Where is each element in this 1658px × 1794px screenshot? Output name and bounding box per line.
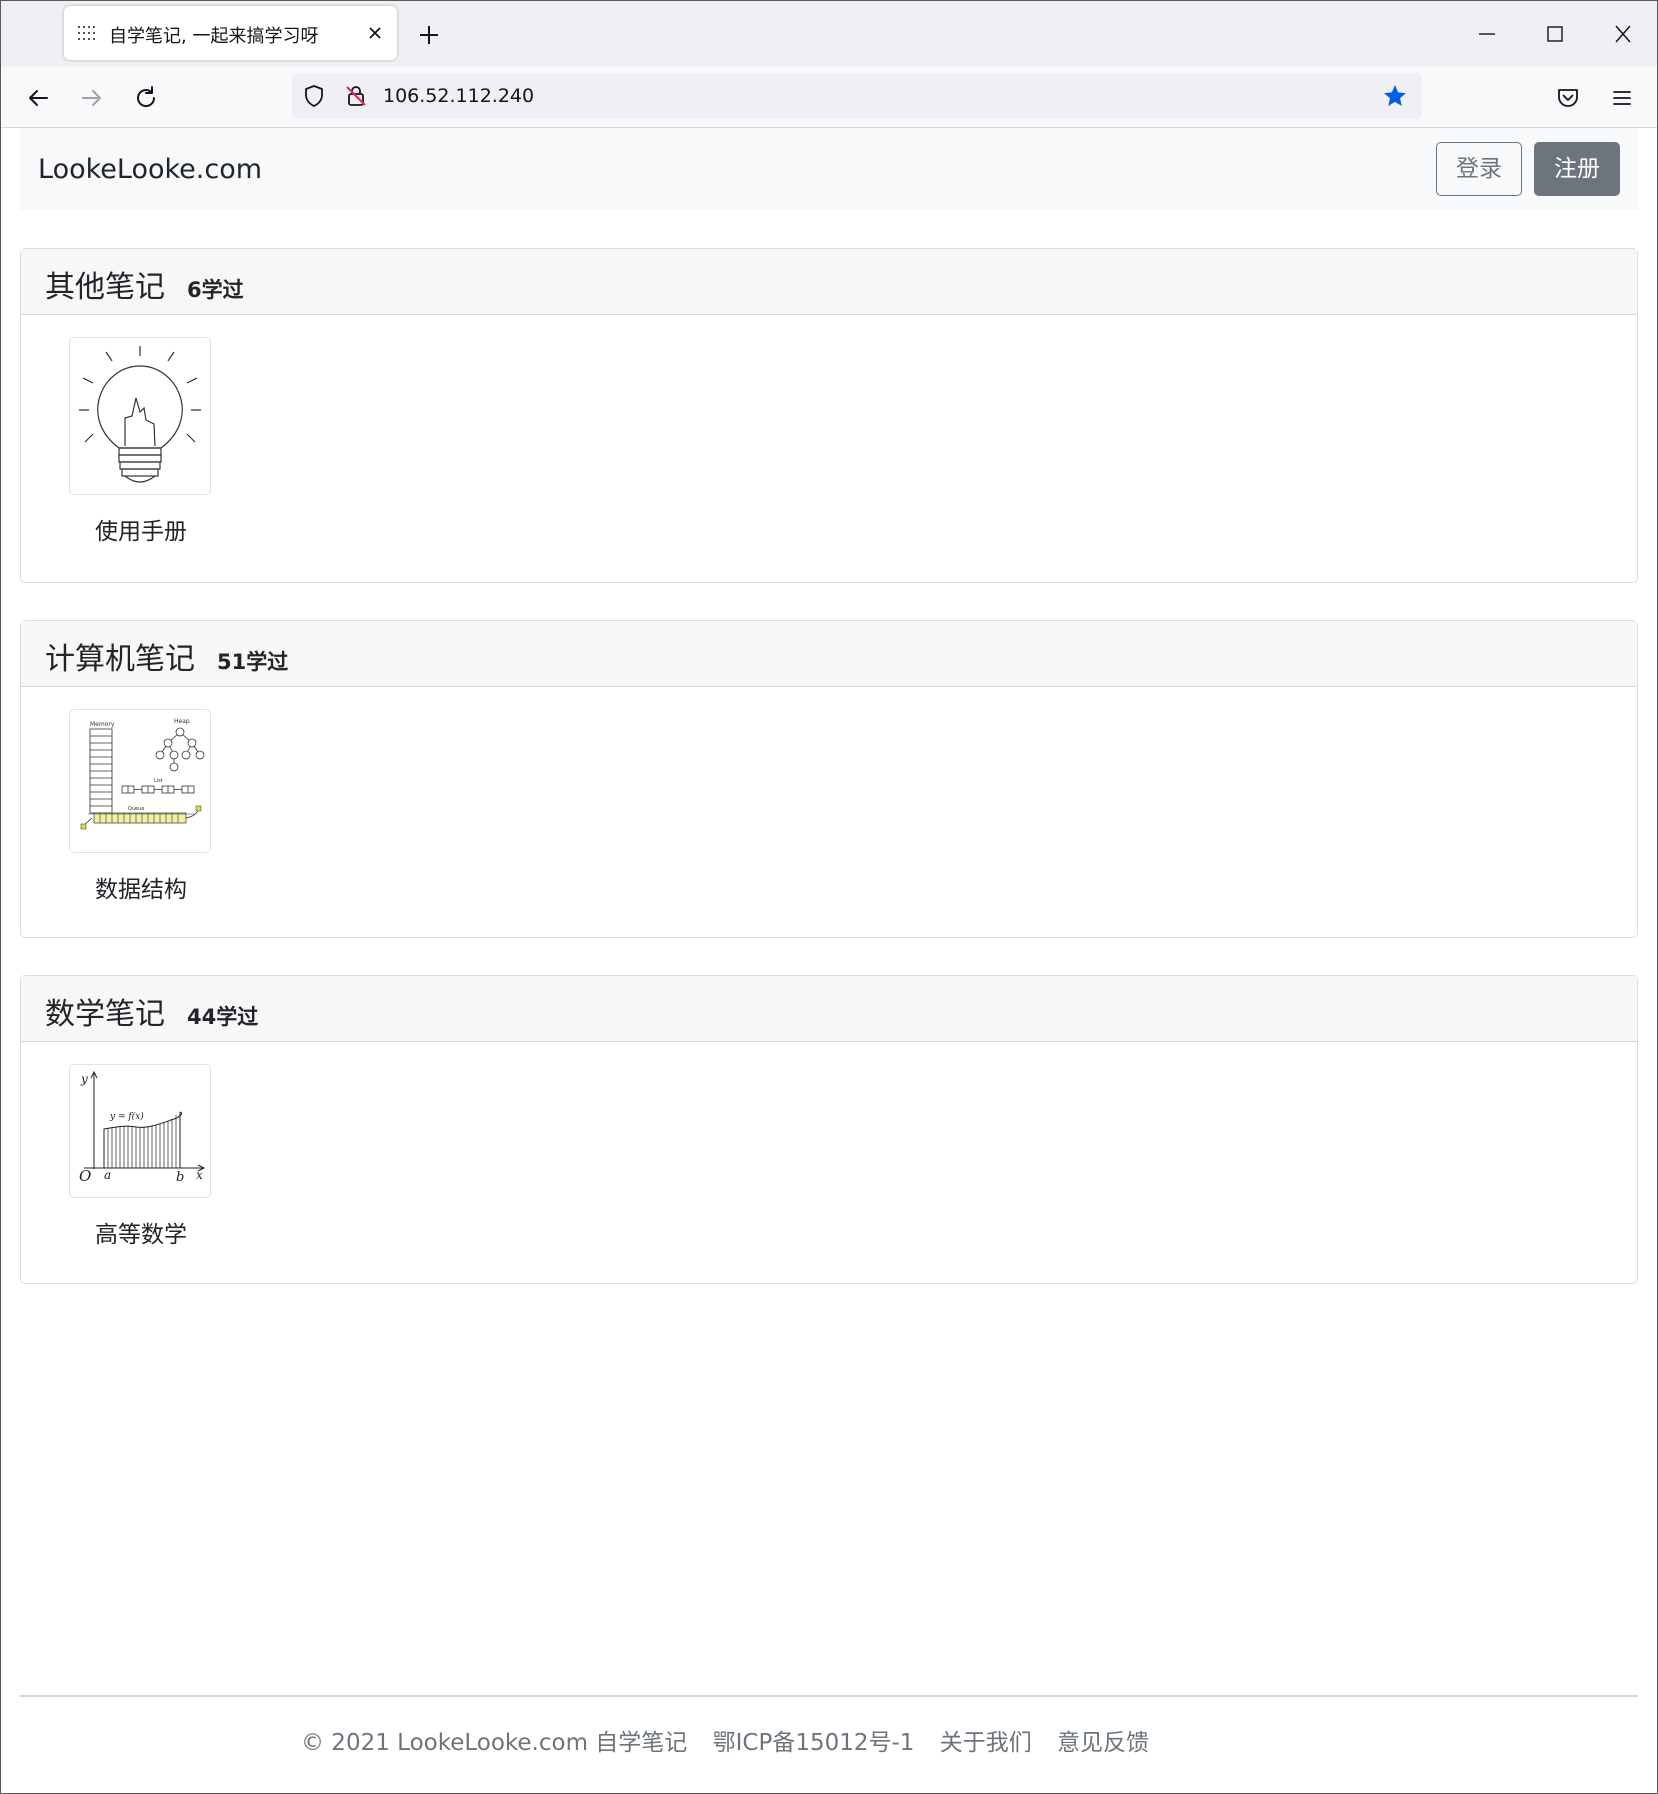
bookmark-star-icon[interactable] (1382, 83, 1408, 109)
origin-label: O (79, 1167, 91, 1185)
section-title: 数学笔记 44学过 (45, 997, 259, 1032)
back-icon[interactable] (23, 83, 53, 113)
integral-graph-icon[interactable]: y y = f(x) O a b x (69, 1064, 211, 1198)
section-title: 其他笔记 6学过 (45, 270, 244, 305)
tab-bar: 自学笔记, 一起来搞学习呀 (1, 1, 1657, 67)
footer: © 2021 LookeLooke.com 自学笔记 鄂ICP备15012号-1… (301, 1723, 1167, 1757)
browser-tab[interactable]: 自学笔记, 一起来搞学习呀 (64, 6, 397, 60)
shield-icon[interactable] (302, 84, 326, 108)
course-item-manual[interactable]: 使用手册 (69, 337, 213, 546)
browser-toolbar: 106.52.112.240 (1, 67, 1657, 128)
reload-icon[interactable] (131, 83, 161, 113)
about-link[interactable]: 关于我们 (940, 1730, 1032, 1756)
function-label: y = f(x) (109, 1111, 144, 1122)
memory-label: Memory (90, 721, 115, 728)
course-label[interactable]: 数据结构 (69, 870, 213, 904)
section-header: 数学笔记 44学过 (21, 976, 1637, 1042)
footer-divider (20, 1695, 1638, 1697)
section-title: 计算机笔记 51学过 (45, 642, 289, 677)
course-label[interactable]: 高等数学 (69, 1215, 213, 1249)
insecure-lock-icon[interactable] (344, 84, 368, 108)
list-label: List (154, 778, 163, 784)
footer-copyright: © 2021 LookeLooke.com 自学笔记 (301, 1730, 688, 1756)
section-header: 其他笔记 6学过 (21, 249, 1637, 315)
page-content: LookeLooke.com 登录 注册 其他笔记 6学过 使用手册 计算机笔记… (1, 128, 1657, 1793)
section-header: 计算机笔记 51学过 (21, 621, 1637, 687)
login-button[interactable]: 登录 (1436, 142, 1522, 196)
section-card-other: 其他笔记 6学过 使用手册 (20, 248, 1638, 583)
b-label: b (176, 1170, 184, 1185)
pocket-icon[interactable] (1553, 83, 1583, 113)
site-navbar: LookeLooke.com 登录 注册 (20, 128, 1638, 210)
heap-label: Heap (174, 718, 190, 725)
minimize-icon[interactable] (1469, 17, 1505, 51)
section-card-computer: 计算机笔记 51学过 Memory Heap List Queue 数据结构 (20, 620, 1638, 938)
site-brand[interactable]: LookeLooke.com (38, 154, 262, 185)
y-axis-label: y (80, 1072, 88, 1086)
learned-count: 6学过 (187, 278, 244, 302)
course-item-data-structures[interactable]: Memory Heap List Queue 数据结构 (69, 709, 213, 904)
feedback-link[interactable]: 意见反馈 (1057, 1730, 1149, 1756)
queue-label: Queue (128, 806, 144, 812)
maximize-icon[interactable] (1537, 17, 1573, 51)
course-item-calculus[interactable]: y y = f(x) O a b x 高等数学 (69, 1064, 213, 1249)
close-tab-icon[interactable] (362, 20, 388, 46)
menu-icon[interactable] (1607, 83, 1637, 113)
new-tab-icon[interactable] (415, 21, 443, 49)
url-text: 106.52.112.240 (383, 85, 535, 107)
tab-title: 自学笔记, 一起来搞学习呀 (109, 26, 319, 47)
learned-count: 51学过 (217, 650, 289, 674)
x-axis-label: x (196, 1168, 203, 1182)
data-structure-diagram-icon[interactable]: Memory Heap List Queue (69, 709, 211, 853)
a-label: a (104, 1168, 111, 1182)
lightbulb-icon[interactable] (69, 337, 211, 495)
browser-window: 自学笔记, 一起来搞学习呀 106.52.112.240 LookeLooke.… (0, 0, 1658, 1794)
register-button[interactable]: 注册 (1534, 142, 1620, 196)
icp-link[interactable]: 鄂ICP备15012号-1 (713, 1730, 915, 1756)
course-label[interactable]: 使用手册 (69, 512, 213, 546)
page-favicon-icon (78, 26, 95, 40)
forward-icon[interactable] (77, 83, 107, 113)
close-window-icon[interactable] (1605, 17, 1641, 51)
section-card-math: 数学笔记 44学过 y y = f(x) O a b x 高等数学 (20, 975, 1638, 1284)
address-bar[interactable]: 106.52.112.240 (292, 73, 1422, 119)
learned-count: 44学过 (187, 1005, 259, 1029)
